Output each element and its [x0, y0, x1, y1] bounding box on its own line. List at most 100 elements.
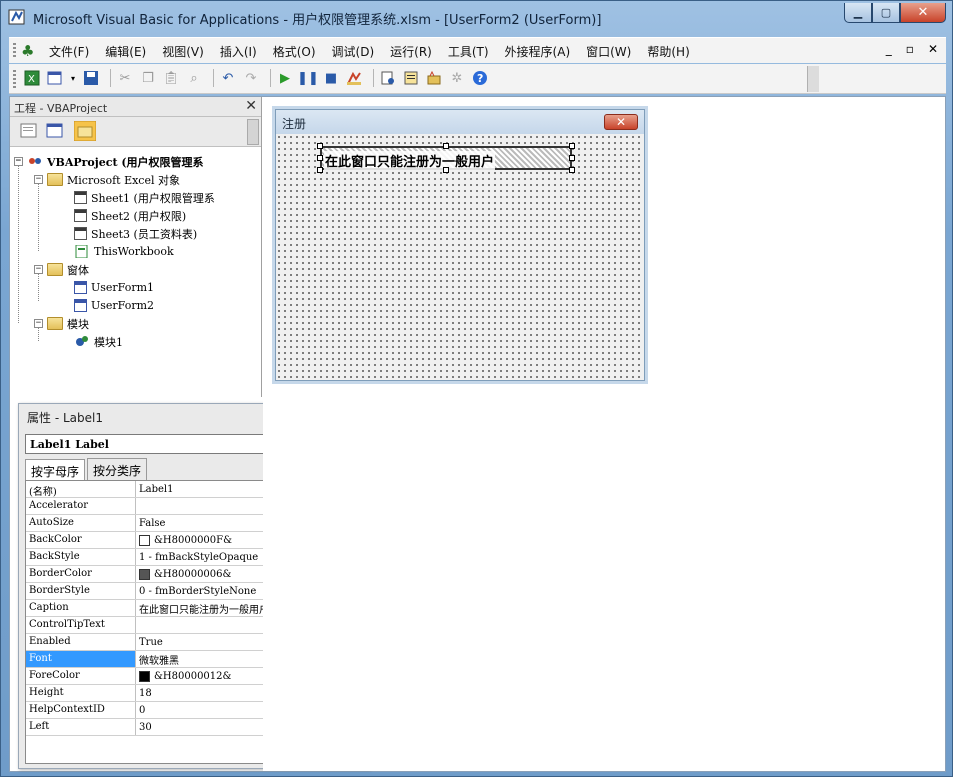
tree-node-sheet1[interactable]: Sheet1 (用户权限管理系 [74, 189, 215, 206]
excel-icon[interactable]: X [23, 69, 41, 87]
tree-node-forms-folder[interactable]: − 窗体 [34, 261, 89, 278]
property-name[interactable]: Height [26, 685, 136, 701]
tree-node-thisworkbook[interactable]: ThisWorkbook [74, 243, 174, 260]
tree-node-sheet2[interactable]: Sheet2 (用户权限) [74, 207, 186, 224]
design-mode-icon[interactable] [345, 69, 363, 87]
menu-grip[interactable] [13, 43, 16, 59]
menu-item[interactable]: 帮助(H) [647, 43, 689, 60]
toolbar-grip[interactable] [13, 70, 16, 88]
tree-node-module1[interactable]: 模块1 [74, 333, 123, 350]
userform-designer[interactable]: 注册 ✕ 在此窗口只能注册为一般用户 [275, 109, 645, 381]
mdi-close-icon[interactable]: ✕ [928, 42, 938, 56]
project-explorer-title-bar: 工程 - VBAProject ✕ [10, 97, 261, 117]
userform-grid-canvas[interactable]: 在此窗口只能注册为一般用户 [276, 134, 644, 380]
toolbar-icons: X ▾ ✂ ❐ 📋︎ ⌕ ↶ ↷ ▶ ❚❚ ■ ✲ ? [23, 69, 494, 87]
tree-node-modules-folder[interactable]: − 模块 [34, 315, 89, 332]
resize-handle[interactable] [569, 155, 575, 161]
property-name[interactable]: Accelerator [26, 498, 136, 514]
userform-title-bar: 注册 ✕ [276, 110, 644, 134]
collapse-icon[interactable]: − [34, 175, 43, 184]
property-name[interactable]: BorderColor [26, 566, 136, 582]
menu-item[interactable]: 调试(D) [332, 43, 375, 60]
property-value-text: 在此窗口只能注册为一般用户 [139, 604, 269, 616]
copy-icon[interactable]: ❐ [139, 69, 157, 87]
menu-bar: ♣ 文件(F) 编辑(E) 视图(V) 插入(I) 格式(O) 调试(D) 运行(R) 工具(… [9, 37, 946, 63]
undo-icon[interactable]: ↶ [219, 69, 237, 87]
view-code-icon[interactable] [20, 123, 38, 139]
property-name[interactable]: Left [26, 719, 136, 735]
resize-handle[interactable] [317, 155, 323, 161]
property-name[interactable]: ControlTipText [26, 617, 136, 633]
property-name[interactable]: BackColor [26, 532, 136, 548]
mdi-minimize-icon[interactable]: _ [886, 42, 892, 56]
property-name[interactable]: AutoSize [26, 515, 136, 531]
paste-icon[interactable]: 📋︎ [162, 69, 180, 87]
toolbox-icon[interactable]: ✲ [448, 69, 466, 87]
project-explorer-close-icon[interactable]: ✕ [245, 98, 257, 114]
tab-categorized[interactable]: 按分类序 [87, 458, 148, 480]
menu-item[interactable]: 文件(F) [49, 43, 89, 60]
property-name[interactable]: Font [26, 651, 136, 667]
toolbar-overflow[interactable] [807, 66, 819, 92]
menu-item[interactable]: 运行(R) [390, 43, 432, 60]
menu-item[interactable]: 外接程序(A) [505, 43, 571, 60]
maximize-button[interactable]: ▢ [872, 3, 900, 23]
vba-app-icon [8, 9, 25, 25]
tree-node-userform2[interactable]: UserForm2 [74, 297, 154, 314]
menu-item[interactable]: 工具(T) [448, 43, 489, 60]
reset-icon[interactable]: ■ [322, 69, 340, 87]
property-name[interactable]: (名称) [26, 481, 136, 497]
project-toolbar-overflow[interactable] [247, 119, 259, 145]
minimize-button[interactable]: ▁ [844, 3, 872, 23]
redo-icon[interactable]: ↷ [242, 69, 260, 87]
view-object-icon[interactable] [46, 123, 64, 139]
property-name[interactable]: HelpContextID [26, 702, 136, 718]
object-browser-icon[interactable] [425, 69, 443, 87]
property-name[interactable]: Caption [26, 600, 136, 616]
menu-item[interactable]: 视图(V) [162, 43, 204, 60]
close-button[interactable]: ✕ [900, 3, 946, 23]
userform-close-icon[interactable]: ✕ [604, 114, 638, 130]
menu-item[interactable]: 格式(O) [273, 43, 316, 60]
property-value-text: &H80000012& [154, 670, 232, 682]
break-icon[interactable]: ❚❚ [297, 69, 319, 87]
run-icon[interactable]: ▶ [276, 69, 294, 87]
collapse-icon[interactable]: − [14, 157, 23, 166]
tree-node-excel-objects[interactable]: − Microsoft Excel 对象 [34, 171, 180, 188]
collapse-icon[interactable]: − [34, 265, 43, 274]
tree-line [18, 163, 19, 323]
property-name[interactable]: ForeColor [26, 668, 136, 684]
collapse-icon[interactable]: − [34, 319, 43, 328]
tree-node-label: Sheet3 (员工资料表) [91, 227, 198, 241]
resize-handle[interactable] [317, 143, 323, 149]
menu-item[interactable]: 窗口(W) [586, 43, 631, 60]
property-name[interactable]: BorderStyle [26, 583, 136, 599]
project-explorer-toolbar [10, 117, 261, 147]
insert-userform-icon[interactable] [46, 69, 64, 87]
form-designer-area: 注册 ✕ 在此窗口只能注册为一般用户 [263, 97, 945, 771]
title-bar: Microsoft Visual Basic for Applications … [1, 1, 952, 33]
mdi-restore-icon[interactable]: ▫ [906, 42, 914, 56]
properties-window-icon[interactable] [402, 69, 420, 87]
resize-handle[interactable] [569, 143, 575, 149]
resize-handle[interactable] [443, 167, 449, 173]
resize-handle[interactable] [569, 167, 575, 173]
menu-item[interactable]: 编辑(E) [105, 43, 146, 60]
tree-node-vbaproject[interactable]: − VBAProject (用户权限管理系 [14, 153, 204, 170]
resize-handle[interactable] [443, 143, 449, 149]
property-value-text: 18 [139, 687, 152, 699]
toggle-folders-icon[interactable] [74, 121, 96, 141]
tree-node-sheet3[interactable]: Sheet3 (员工资料表) [74, 225, 197, 242]
resize-handle[interactable] [317, 167, 323, 173]
dropdown-arrow-icon[interactable]: ▾ [69, 69, 77, 87]
property-name[interactable]: BackStyle [26, 549, 136, 565]
tree-node-userform1[interactable]: UserForm1 [74, 279, 154, 296]
save-icon[interactable] [82, 69, 100, 87]
help-icon[interactable]: ? [471, 69, 489, 87]
cut-icon[interactable]: ✂ [116, 69, 134, 87]
tab-alphabetic[interactable]: 按字母序 [25, 459, 86, 481]
find-icon[interactable]: ⌕ [185, 69, 203, 87]
menu-item[interactable]: 插入(I) [220, 43, 257, 60]
project-explorer-icon[interactable] [379, 69, 397, 87]
property-name[interactable]: Enabled [26, 634, 136, 650]
